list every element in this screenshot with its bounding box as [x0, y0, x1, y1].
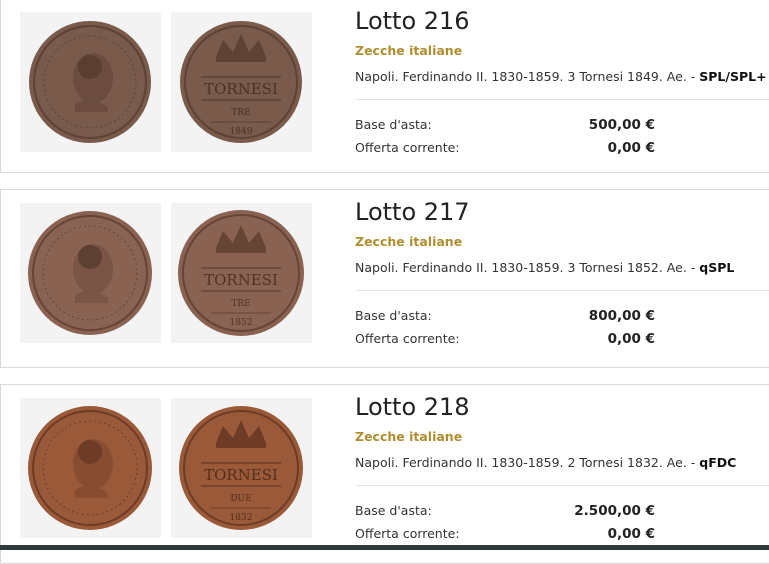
- grade: qSPL: [699, 260, 735, 275]
- coin-obverse-image[interactable]: [20, 398, 161, 538]
- coin-reverse-icon: TORNESI TRE 1852: [178, 210, 304, 336]
- lot-title[interactable]: Lotto 217: [355, 198, 470, 226]
- rev-year: 1852: [230, 318, 253, 328]
- base-price-label: Base d'asta:: [355, 503, 432, 518]
- grade: SPL/SPL+: [699, 69, 767, 84]
- lot-description: Napoli. Ferdinando II. 1830-1859. 3 Torn…: [355, 69, 767, 84]
- coin-reverse-image[interactable]: TORNESI TRE 1852: [171, 203, 312, 343]
- current-offer-value: 0,00 €: [607, 331, 655, 347]
- lot-description: Napoli. Ferdinando II. 1830-1859. 3 Torn…: [355, 260, 734, 275]
- coin-reverse-image[interactable]: TORNESI DUE 1832: [171, 398, 312, 538]
- divider: [355, 485, 769, 486]
- rev-value: TRE: [231, 299, 250, 309]
- divider: [355, 99, 769, 100]
- grade: qFDC: [699, 455, 737, 470]
- lot-category[interactable]: Zecche italiane: [355, 43, 462, 58]
- lot-category[interactable]: Zecche italiane: [355, 429, 462, 444]
- coin-obverse-image[interactable]: [20, 203, 161, 343]
- lot-card[interactable]: TORNESI TRE 1852 Lotto 217 Zecche italia…: [0, 189, 769, 368]
- lot-title[interactable]: Lotto 218: [355, 393, 470, 421]
- coin-obverse-icon: [28, 406, 152, 530]
- base-price-value: 2.500,00 €: [574, 503, 655, 519]
- bottom-bar: [0, 545, 769, 550]
- current-offer-label: Offerta corrente:: [355, 140, 460, 155]
- lot-description: Napoli. Ferdinando II. 1830-1859. 2 Torn…: [355, 455, 736, 470]
- coin-reverse-icon: TORNESI TRE 1849: [180, 21, 302, 143]
- rev-value: DUE: [230, 494, 251, 504]
- current-offer-value: 0,00 €: [607, 526, 655, 542]
- current-offer-label: Offerta corrente:: [355, 526, 460, 541]
- description-text: Napoli. Ferdinando II. 1830-1859. 2 Torn…: [355, 455, 700, 470]
- base-price-value: 500,00 €: [588, 117, 655, 133]
- lot-title[interactable]: Lotto 216: [355, 7, 470, 35]
- rev-year: 1832: [230, 513, 253, 523]
- description-text: Napoli. Ferdinando II. 1830-1859. 3 Torn…: [355, 69, 700, 84]
- divider: [355, 290, 769, 291]
- current-offer-label: Offerta corrente:: [355, 331, 460, 346]
- coin-reverse-icon: TORNESI DUE 1832: [179, 406, 303, 530]
- rev-value: TRE: [231, 108, 250, 118]
- lot-card[interactable]: TORNESI TRE 1849 Lotto 216 Zecche italia…: [0, 0, 769, 173]
- rev-denomination: TORNESI: [204, 466, 278, 484]
- rev-denomination: TORNESI: [204, 271, 278, 289]
- current-offer-value: 0,00 €: [607, 140, 655, 156]
- lot-category[interactable]: Zecche italiane: [355, 234, 462, 249]
- lot-card[interactable]: TORNESI DUE 1832 Lotto 218 Zecche italia…: [0, 384, 769, 564]
- coin-obverse-icon: [28, 211, 152, 335]
- base-price-label: Base d'asta:: [355, 117, 432, 132]
- rev-denomination: TORNESI: [204, 80, 278, 98]
- base-price-value: 800,00 €: [588, 308, 655, 324]
- coin-obverse-image[interactable]: [20, 12, 161, 152]
- coin-obverse-icon: [29, 21, 151, 143]
- coin-reverse-image[interactable]: TORNESI TRE 1849: [171, 12, 312, 152]
- base-price-label: Base d'asta:: [355, 308, 432, 323]
- description-text: Napoli. Ferdinando II. 1830-1859. 3 Torn…: [355, 260, 700, 275]
- rev-year: 1849: [230, 127, 253, 137]
